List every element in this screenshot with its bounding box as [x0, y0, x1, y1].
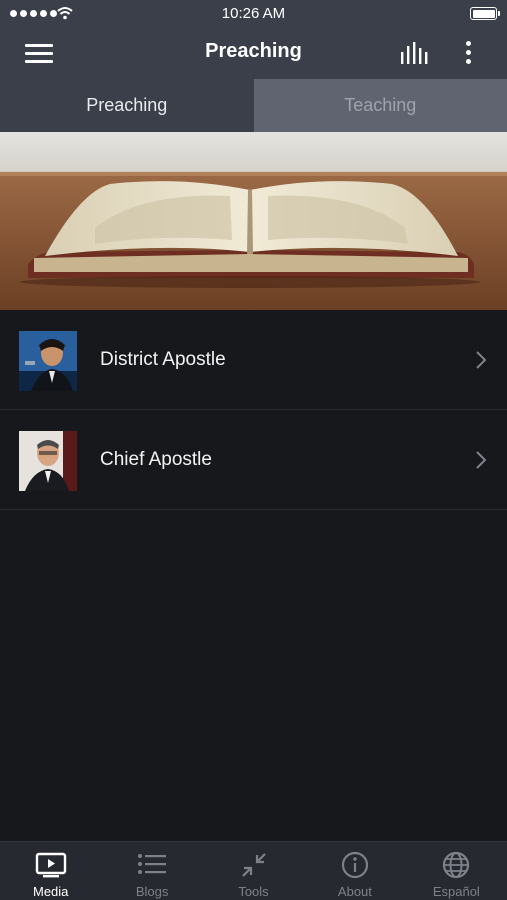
tab-blogs[interactable]: Blogs [101, 842, 202, 900]
audio-bars-icon[interactable] [398, 40, 430, 66]
chief-apostle-photo [19, 431, 77, 491]
tab-teaching[interactable]: Teaching [253, 79, 507, 132]
district-apostle-photo [19, 331, 77, 391]
tab-espanol[interactable]: Español [406, 842, 507, 900]
hamburger-menu-icon[interactable] [25, 42, 53, 64]
status-bar: 10:26 AM [0, 0, 507, 28]
nav-bar: Preaching [0, 28, 507, 79]
tab-label: Tools [238, 884, 269, 899]
list-icon [138, 854, 167, 874]
bottom-tab-bar: Media Blogs Tools About Español [0, 841, 507, 900]
status-time: 10:26 AM [221, 5, 286, 22]
tab-tools[interactable]: Tools [203, 842, 304, 900]
tools-icon [241, 853, 266, 877]
tab-preaching[interactable]: Preaching [0, 79, 254, 132]
more-options-icon[interactable] [456, 38, 480, 68]
tab-label: Blogs [135, 884, 169, 899]
tab-label: Media [32, 884, 69, 899]
tab-label: Español [432, 884, 480, 899]
open-bible-banner-image [0, 132, 507, 310]
page-title: Preaching [205, 40, 302, 62]
chevron-right-icon [476, 451, 487, 469]
globe-icon [443, 851, 470, 879]
tab-media[interactable]: Media [0, 842, 101, 900]
media-icon [35, 852, 66, 878]
list-item-label: Chief Apostle [100, 449, 212, 470]
chevron-right-icon [476, 351, 487, 369]
battery-icon [470, 7, 500, 20]
list-item-district-apostle[interactable]: District Apostle [0, 310, 507, 410]
segment-tabs: Preaching Teaching [0, 79, 507, 132]
tab-label: About [337, 884, 372, 899]
list-item-chief-apostle[interactable]: Chief Apostle [0, 410, 507, 510]
list-item-label: District Apostle [100, 349, 226, 370]
info-icon [341, 851, 369, 879]
tab-about[interactable]: About [304, 842, 405, 900]
apostle-list: District Apostle Chief Apostle [0, 310, 507, 510]
